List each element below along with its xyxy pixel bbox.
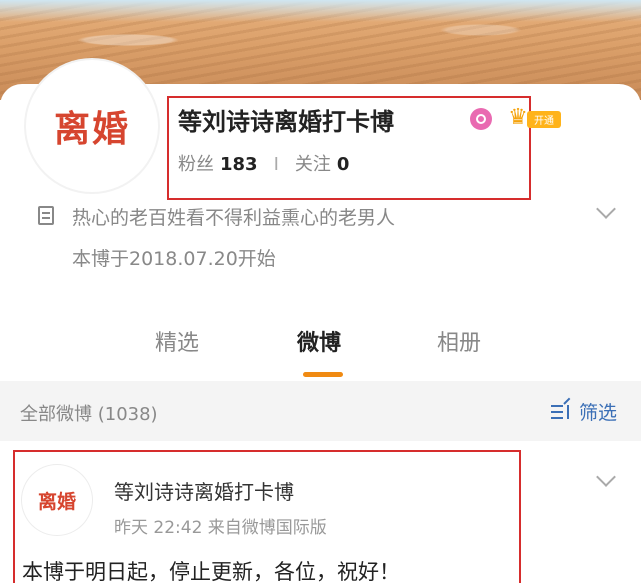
profile-bio: 热心的老百姓看不得利益熏心的老男人: [72, 207, 396, 229]
post-author-name[interactable]: 等刘诗诗离婚打卡博: [114, 476, 294, 505]
follow-count[interactable]: 0: [337, 154, 350, 175]
cover-sky: [0, 0, 641, 22]
follow-label: 关注: [294, 154, 331, 175]
profile-name: 等刘诗诗离婚打卡博: [178, 108, 394, 136]
profile-tabs: 精选 微博 相册: [0, 325, 641, 375]
post-author-avatar[interactable]: 离婚: [22, 465, 92, 535]
fans-label: 粉丝: [178, 154, 214, 175]
vip-open-tag[interactable]: 开通: [527, 111, 561, 128]
tab-album[interactable]: 相册: [437, 325, 481, 357]
all-posts-count: 全部微博 (1038): [20, 404, 158, 425]
active-tab-indicator: [303, 372, 343, 377]
profile-avatar[interactable]: 离婚: [26, 60, 158, 192]
filter-button[interactable]: 筛选: [551, 397, 618, 425]
fans-count[interactable]: 183: [220, 154, 258, 175]
post-timestamp: 昨天 22:42 来自微博国际版: [114, 518, 327, 538]
filter-icon: [551, 397, 573, 422]
profile-since: 本博于2018.07.20开始: [72, 248, 276, 270]
filter-button-label: 筛选: [579, 402, 618, 424]
post-menu-chevron-down-icon[interactable]: [596, 467, 616, 487]
tab-featured[interactable]: 精选: [155, 325, 199, 357]
verified-badge-icon[interactable]: [470, 108, 492, 130]
stats-divider: I: [273, 154, 279, 175]
document-icon: [38, 206, 54, 225]
profile-stats: 粉丝 183 I 关注 0: [178, 150, 349, 176]
post-text: 本博于明日起，停止更新，各位，祝好！: [22, 560, 400, 583]
tab-weibo[interactable]: 微博: [297, 325, 341, 357]
